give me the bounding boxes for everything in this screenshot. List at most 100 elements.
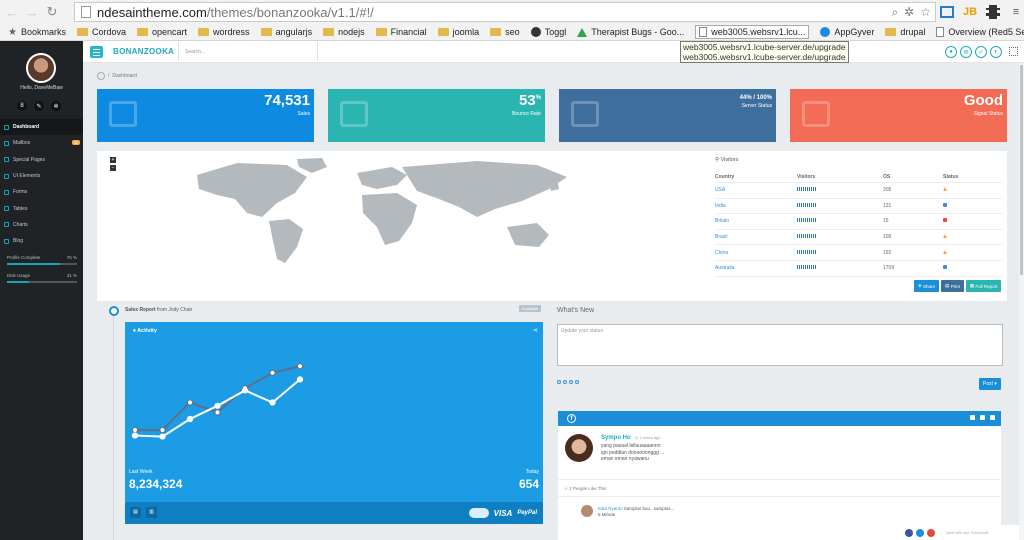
page-scrollbar[interactable] <box>1019 63 1024 540</box>
bookmark-item[interactable]: angularjs <box>260 27 312 37</box>
sidebar-item-blog[interactable]: Blog <box>0 233 83 249</box>
gear-icon[interactable]: ✲ <box>51 101 61 111</box>
data-point[interactable] <box>269 399 276 406</box>
pencil-icon[interactable]: ✎ <box>34 101 44 111</box>
home-icon[interactable] <box>97 72 105 80</box>
bookmarks-menu[interactable]: ★ Bookmarks <box>0 27 66 38</box>
data-point[interactable] <box>296 363 304 370</box>
grid-menu-icon[interactable] <box>1009 47 1018 56</box>
bookmark-item[interactable]: Cordova <box>76 27 126 37</box>
country-link[interactable]: Britain <box>715 218 797 224</box>
bookmark-item[interactable]: Therapist Bugs - Goo... <box>577 27 684 37</box>
sidebar-item-mailbox[interactable]: Mailbox 11 <box>0 135 83 151</box>
tasks-icon[interactable]: ✓ <box>975 46 987 58</box>
google-plus-icon[interactable] <box>927 528 935 537</box>
profile-badge-icon[interactable]: 8 <box>17 101 27 111</box>
country-link[interactable]: Australia <box>715 265 797 271</box>
page-icon <box>936 27 945 37</box>
notifications-icon[interactable]: ● <box>945 46 957 58</box>
bookmark-item[interactable]: Toggl <box>530 27 566 37</box>
sidebar-item-forms[interactable]: Forms <box>0 184 83 200</box>
data-point[interactable] <box>241 387 249 394</box>
facebook-icon: f <box>567 414 576 423</box>
full-report-button[interactable]: ▦ Full Report <box>965 280 1002 292</box>
world-map[interactable] <box>177 155 627 267</box>
country-link[interactable]: USA <box>715 187 797 193</box>
search-input[interactable]: Search... <box>178 42 318 61</box>
sidebar-item-charts[interactable]: Charts <box>0 217 83 233</box>
status-textarea[interactable]: Update your status <box>557 324 1003 366</box>
reload-icon[interactable]: ↻ <box>44 4 60 20</box>
asia-region <box>402 161 567 217</box>
country-link[interactable]: China <box>715 250 797 256</box>
bookmark-item[interactable]: web3005.websrv1.lcu... <box>695 25 810 39</box>
data-point[interactable] <box>131 432 139 439</box>
compass-icon[interactable]: ◐ <box>990 46 1002 58</box>
trash-icon[interactable]: ▥ <box>146 507 157 518</box>
facebook-icon[interactable] <box>905 528 913 537</box>
bookmark-item[interactable]: drupal <box>885 27 925 37</box>
data-point[interactable] <box>186 415 194 423</box>
sidebar-item-dashboard[interactable]: Dashboard <box>0 119 83 136</box>
bookmark-item[interactable]: joomla <box>437 27 479 37</box>
bookmark-item[interactable]: seo <box>490 27 520 37</box>
settings-icon[interactable] <box>990 415 995 420</box>
bookmark-item[interactable]: Financial <box>375 27 427 37</box>
data-point[interactable] <box>159 426 166 434</box>
search-icon[interactable]: ⌕ <box>891 5 898 20</box>
forward-arrow-icon[interactable]: → <box>24 5 40 20</box>
avatar[interactable] <box>26 53 56 83</box>
attachment-icon[interactable] <box>575 380 579 384</box>
folder-icon <box>137 28 149 36</box>
bookmark-item[interactable]: nodejs <box>323 27 365 37</box>
map-pin-icon[interactable] <box>569 380 573 384</box>
data-point[interactable] <box>214 402 221 409</box>
hamburger-menu-icon[interactable] <box>90 46 103 58</box>
share-icon[interactable]: ⋖ <box>533 327 538 334</box>
gear-icon[interactable]: ✲ <box>904 5 914 20</box>
data-point[interactable] <box>214 409 221 416</box>
bookmark-item[interactable]: AppGyver <box>820 27 874 37</box>
visitors-title: ⚲ Visitors <box>715 157 739 163</box>
bookmark-item[interactable]: opencart <box>137 27 187 37</box>
camera-icon[interactable] <box>563 380 567 384</box>
copy-icon[interactable] <box>970 415 975 420</box>
data-point[interactable] <box>131 426 139 434</box>
address-bar[interactable]: ndesaintheme.com/themes/bonanzooka/v1.1/… <box>74 2 936 22</box>
data-point[interactable] <box>296 376 304 383</box>
country-link[interactable]: India <box>715 203 797 209</box>
menu-icon[interactable]: ≡ <box>1008 4 1024 20</box>
print-button[interactable]: ▤ Print <box>941 280 964 292</box>
avatar[interactable] <box>581 505 593 517</box>
sidebar-item-tables[interactable]: Tables <box>0 200 83 216</box>
twitter-icon[interactable] <box>916 528 924 537</box>
zoom-out-icon[interactable]: − <box>110 165 116 171</box>
post-author[interactable]: Sympo Ho ◷ 1 hours ago <box>601 435 660 441</box>
data-point[interactable] <box>269 369 276 376</box>
zoom-in-icon[interactable]: + <box>110 157 116 163</box>
country-link[interactable]: Brazil <box>715 234 797 240</box>
sparkline <box>797 218 817 223</box>
post-button[interactable]: Post ▾ <box>979 378 1001 390</box>
bookmark-item[interactable]: wordress <box>198 27 250 37</box>
star-icon[interactable]: ☆ <box>920 5 931 20</box>
sidebar-item-special-pages[interactable]: Special Pages <box>0 152 83 168</box>
scrollbar-thumb[interactable] <box>1020 65 1023 275</box>
sidebar-item-ui-elements[interactable]: UI Elements <box>0 168 83 184</box>
commenter-name[interactable]: Kitta Ryanto <box>598 506 623 511</box>
share-button[interactable]: ⊕ Share <box>914 280 940 292</box>
data-point[interactable] <box>159 433 166 440</box>
messages-icon[interactable]: ✉ <box>960 46 972 58</box>
data-point[interactable] <box>186 399 194 406</box>
like-icon[interactable] <box>980 415 985 420</box>
jb-extension-icon[interactable]: JB <box>962 4 978 20</box>
bookmark-item[interactable]: Overview (Red5 Serve... <box>936 27 1024 37</box>
likes-count[interactable]: ☆ 2 People Like This <box>564 486 606 492</box>
bookmarks-bar: ★ Bookmarks Cordova opencart wordress ang… <box>0 24 1024 41</box>
avatar[interactable] <box>565 434 593 462</box>
document-icon[interactable]: ▤ <box>130 507 141 518</box>
back-arrow-icon[interactable]: ← <box>4 5 20 20</box>
location-icon[interactable] <box>557 380 561 384</box>
resize-window-icon[interactable] <box>940 6 954 18</box>
film-extension-icon[interactable] <box>986 5 1000 19</box>
